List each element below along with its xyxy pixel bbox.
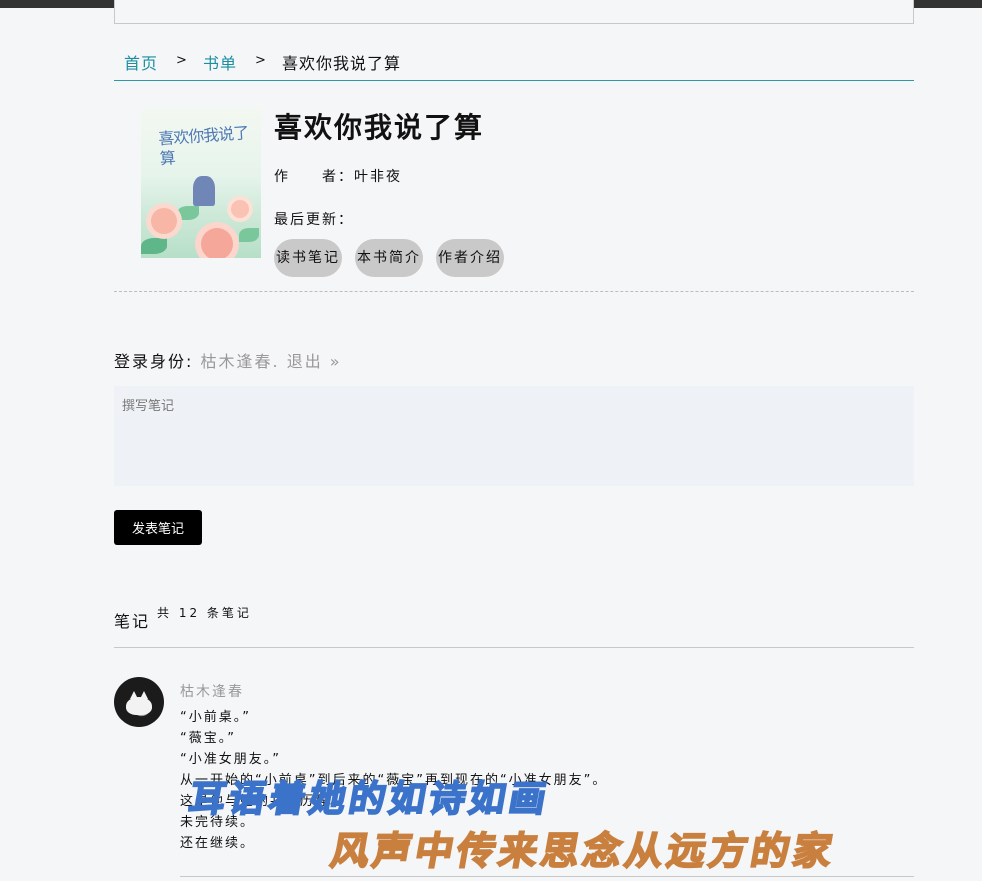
book-info-section: 喜欢你我说了算 喜欢你我说了算 作 者：叶非夜 最后更新： 读书笔记 本书简介 … — [114, 80, 914, 292]
notes-count: 共 12 条笔记 — [157, 606, 252, 620]
author-intro-button[interactable]: 作者介绍 — [436, 239, 504, 277]
logout-link[interactable]: 退出 — [287, 352, 323, 371]
cover-leaf — [239, 228, 259, 242]
book-last-updated: 最后更新： — [274, 212, 354, 228]
breadcrumb-current: 喜欢你我说了算 — [282, 54, 402, 73]
breadcrumb-booklist-link[interactable]: 书单 — [203, 50, 237, 74]
login-label: 登录身份: — [114, 352, 194, 371]
lyric-overlay-line-1: 耳语着她的如诗如画 — [185, 777, 554, 821]
book-cover-image: 喜欢你我说了算 — [141, 108, 261, 258]
book-author: 作 者：叶非夜 — [274, 169, 402, 185]
cover-flower — [231, 200, 249, 218]
book-title: 喜欢你我说了算 — [274, 111, 485, 144]
cover-figure — [193, 176, 215, 206]
book-intro-button[interactable]: 本书简介 — [355, 239, 423, 277]
note-text-line: “小准女朋友。” — [180, 752, 281, 767]
search-box[interactable] — [114, 0, 914, 24]
note-divider — [180, 876, 914, 877]
note-textarea[interactable] — [114, 386, 914, 486]
avatar[interactable] — [114, 677, 164, 727]
breadcrumb-home-link[interactable]: 首页 — [124, 50, 158, 74]
cover-flower — [201, 228, 233, 258]
cat-avatar-icon — [126, 691, 152, 715]
note-text-line: “薇宝。” — [180, 731, 236, 746]
cover-leaf — [177, 206, 199, 220]
cover-title-artwork: 喜欢你我说了算 — [157, 123, 249, 169]
note-author-name[interactable]: 枯木逢春 — [180, 681, 244, 701]
login-identity: 登录身份: 枯木逢春. 退出 » — [114, 348, 342, 372]
notes-label: 笔记 — [114, 612, 151, 631]
publish-note-button[interactable]: 发表笔记 — [114, 510, 202, 545]
note-text-line: “小前桌。” — [180, 710, 251, 725]
cover-flower — [151, 208, 177, 234]
raquo-icon: » — [329, 352, 342, 371]
login-username: 枯木逢春. — [200, 352, 280, 371]
notes-header: 笔记 共 12 条笔记 — [114, 600, 914, 648]
breadcrumb-separator: > — [255, 53, 267, 68]
breadcrumb-separator: > — [176, 53, 188, 68]
lyric-overlay-line-2: 风声中传来思念从远方的家 — [327, 827, 841, 874]
reading-notes-button[interactable]: 读书笔记 — [274, 239, 342, 277]
cover-leaf — [141, 238, 167, 254]
breadcrumb: 首页 > 书单 > 喜欢你我说了算 — [114, 50, 914, 81]
note-text-line: 还在继续。 — [180, 836, 256, 851]
